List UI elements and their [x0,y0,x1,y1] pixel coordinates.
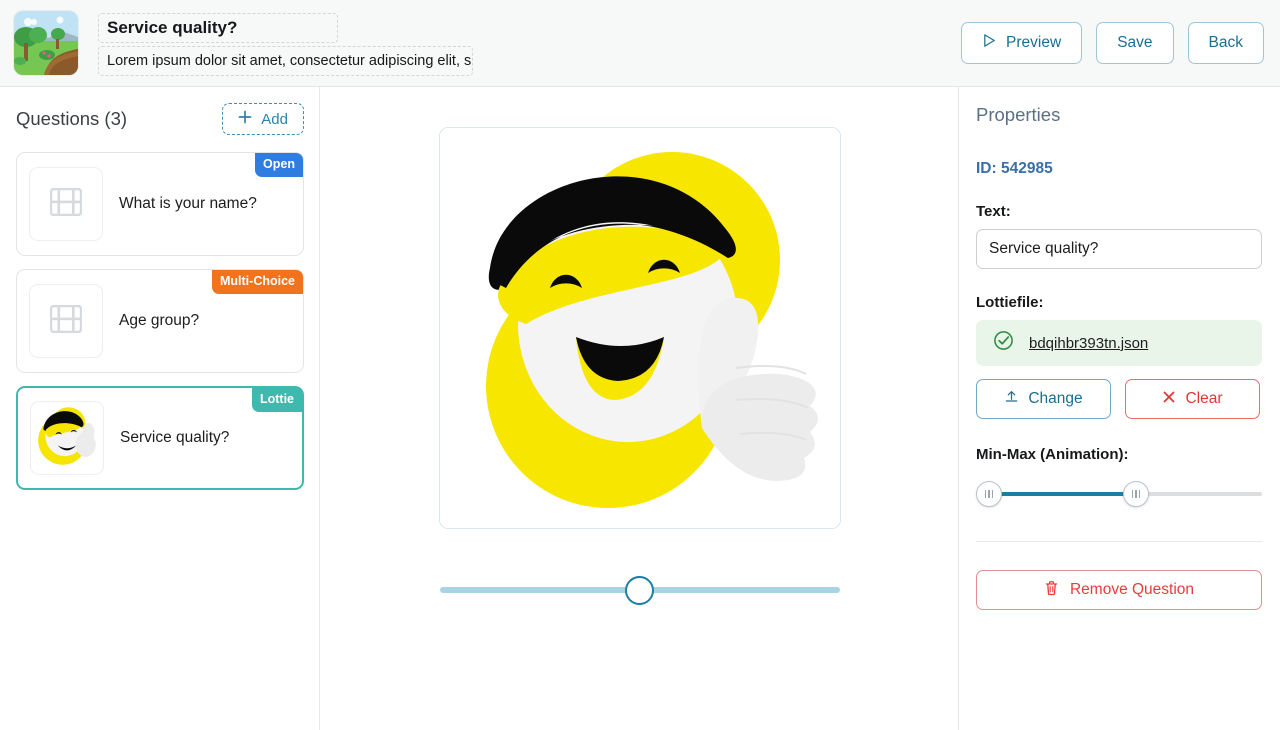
question-id-row: ID: 542985 [976,160,1260,178]
check-circle-icon [993,330,1014,356]
change-file-label: Change [1028,390,1083,407]
remove-question-label: Remove Question [1069,581,1195,598]
upload-icon [1004,389,1019,409]
main-body: Questions (3) Add Open What is your name… [0,87,1280,730]
save-button-label: Save [1117,34,1153,51]
range-min-handle[interactable] [976,481,1002,507]
header-left-group: Service quality? Lorem ipsum dolor sit a… [0,10,473,76]
play-triangle-icon [982,33,997,53]
grip-icon [984,490,994,498]
lottiefile-label: Lottiefile: [976,294,1044,311]
lottie-smiley-icon [31,402,103,474]
properties-panel: Properties ID: 542985 Text: Service qual… [960,87,1280,730]
properties-divider [976,541,1262,542]
question-id-label: ID: [976,160,997,177]
question-thumbnail-3 [30,401,104,475]
save-button[interactable]: Save [1096,22,1174,64]
back-button[interactable]: Back [1187,22,1264,64]
minmax-label: Min-Max (Animation): [976,446,1129,463]
question-label-3: Service quality? [120,429,230,446]
lottiefile-name-link[interactable]: bdqihbr393tn.json [1029,335,1148,352]
preview-panel [320,87,959,730]
park-landscape-thumbnail [14,10,78,75]
range-max-handle[interactable] [1123,481,1149,507]
lottie-preview-card [439,127,841,529]
question-id-value: 542985 [1000,160,1053,177]
file-action-buttons: Change Clear [976,379,1260,419]
clear-file-button[interactable]: Clear [1125,379,1260,419]
question-badge-3: Lottie [251,388,302,412]
questions-count-title: Questions (3) [16,108,128,129]
questions-header: Questions (3) Add [0,87,319,135]
header-title-fields: Service quality? Lorem ipsum dolor sit a… [98,11,473,76]
question-text-input[interactable]: Service quality? [976,229,1262,269]
back-button-label: Back [1208,34,1243,51]
header-actions: Preview Save Back [961,22,1280,64]
close-x-icon [1162,390,1176,409]
question-card-1[interactable]: Open What is your name? [16,152,304,256]
properties-content: Properties ID: 542985 Text: Service qual… [960,87,1280,610]
survey-title-input[interactable]: Service quality? [98,12,338,43]
grip-icon [1131,490,1141,498]
scrubber-handle[interactable] [625,576,654,605]
lottiefile-row: bdqihbr393tn.json [976,320,1262,366]
clear-file-label: Clear [1185,390,1223,407]
question-badge-2: Multi-Choice [212,270,303,294]
remove-question-button[interactable]: Remove Question [976,570,1262,610]
range-fill [984,492,1131,496]
change-file-button[interactable]: Change [976,379,1111,419]
preview-button-label: Preview [1006,34,1062,51]
question-badge-1: Open [255,153,303,177]
properties-heading: Properties [976,104,1061,125]
animation-scrubber[interactable] [440,570,840,610]
question-label-1: What is your name? [119,195,257,212]
questions-list: Open What is your name? Multi-Choice Age… [0,135,319,490]
smiley-thumbs-up-lottie [440,128,840,528]
plus-icon [238,110,252,128]
film-strip-icon [49,187,83,221]
film-strip-icon [49,304,83,338]
question-label-2: Age group? [119,312,200,329]
text-field-label: Text: [976,203,1011,220]
question-thumbnail-1 [29,167,103,241]
question-card-2[interactable]: Multi-Choice Age group? [16,269,304,373]
trash-icon [1044,580,1059,601]
questions-sidebar: Questions (3) Add Open What is your name… [0,87,320,730]
add-question-label: Add [261,110,288,128]
survey-subtitle-input[interactable]: Lorem ipsum dolor sit amet, consectetur … [98,45,473,76]
app-header: Service quality? Lorem ipsum dolor sit a… [0,0,1280,87]
question-card-3[interactable]: Lottie Service quality? [16,386,304,490]
add-question-button[interactable]: Add [222,103,304,135]
minmax-range-slider[interactable] [976,481,1262,507]
question-thumbnail-2 [29,284,103,358]
preview-button[interactable]: Preview [961,22,1083,64]
